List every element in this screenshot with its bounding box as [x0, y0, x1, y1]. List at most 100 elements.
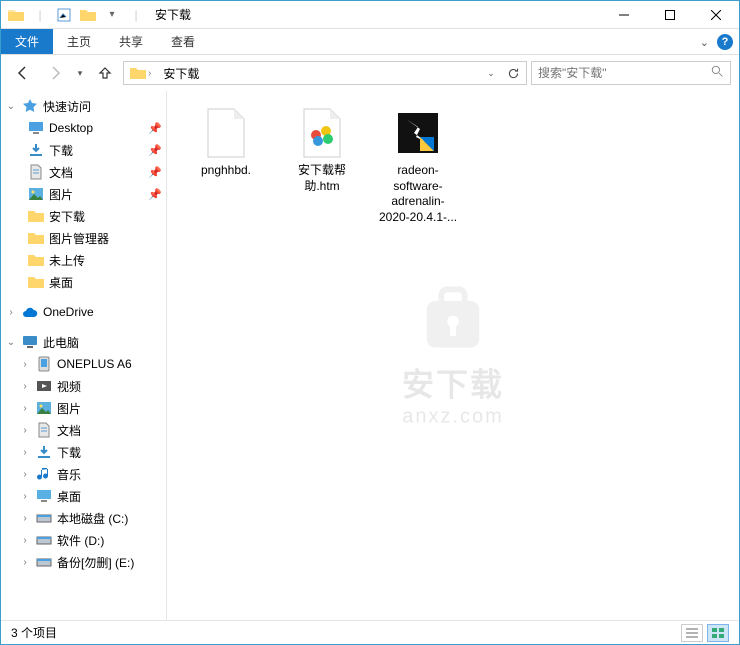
nav-recent-dropdown[interactable]: ▾: [73, 59, 87, 87]
search-icon[interactable]: [711, 65, 724, 81]
file-icon: [394, 105, 442, 161]
chevron-right-icon[interactable]: ›: [19, 359, 31, 370]
file-icon: [298, 105, 346, 161]
music-icon: [35, 465, 53, 483]
sidebar-quick-item[interactable]: 安下载: [1, 205, 166, 227]
nav-forward-button[interactable]: [41, 59, 69, 87]
ribbon-share-tab[interactable]: 共享: [105, 29, 157, 54]
refresh-button[interactable]: [502, 62, 524, 84]
sidebar-quick-item[interactable]: 图片管理器: [1, 227, 166, 249]
phone-icon: [35, 355, 53, 373]
view-details-button[interactable]: [681, 624, 703, 642]
qat-separator-2: |: [125, 4, 147, 26]
chevron-right-icon[interactable]: ›: [5, 307, 17, 318]
window-title: 安下载: [147, 6, 601, 23]
sidebar-quick-item[interactable]: Desktop📌: [1, 117, 166, 139]
address-bar[interactable]: › 安下载 ⌄: [123, 61, 527, 85]
ribbon-view-tab[interactable]: 查看: [157, 29, 209, 54]
file-item[interactable]: radeon-software-adrenalin-2020-20.4.1-..…: [373, 101, 463, 229]
folder-icon: [5, 4, 27, 26]
chevron-right-icon[interactable]: ›: [19, 469, 31, 480]
downloads-icon: [35, 443, 53, 461]
qat-properties[interactable]: [53, 4, 75, 26]
search-box[interactable]: [531, 61, 731, 85]
view-icons-button[interactable]: [707, 624, 729, 642]
chevron-down-icon[interactable]: ⌄: [5, 101, 17, 112]
drive-icon: [35, 553, 53, 571]
nav-up-button[interactable]: [91, 59, 119, 87]
drive-icon: [35, 531, 53, 549]
sidebar-onedrive[interactable]: › OneDrive: [1, 301, 166, 323]
folder-icon: [27, 273, 45, 291]
desktop-lib-icon: [35, 487, 53, 505]
pin-icon: 📌: [148, 166, 162, 179]
file-name: radeon-software-adrenalin-2020-20.4.1-..…: [377, 163, 459, 225]
nav-back-button[interactable]: [9, 59, 37, 87]
pictures-icon: [35, 399, 53, 417]
pictures-icon: [27, 185, 45, 203]
sidebar-pc-item[interactable]: ›文档: [1, 419, 166, 441]
maximize-button[interactable]: [647, 1, 693, 29]
address-root[interactable]: ›: [126, 62, 155, 84]
file-icon: [202, 105, 250, 161]
qat-customize[interactable]: ▾: [101, 4, 123, 26]
navigation-pane[interactable]: ⌄ 快速访问 Desktop📌下载📌文档📌图片📌安下载图片管理器未上传桌面 › …: [1, 91, 167, 620]
pc-icon: [21, 333, 39, 351]
sidebar-quick-item[interactable]: 桌面: [1, 271, 166, 293]
sidebar-pc-item[interactable]: ›桌面: [1, 485, 166, 507]
chevron-right-icon[interactable]: ›: [19, 557, 31, 568]
sidebar-quick-item[interactable]: 文档📌: [1, 161, 166, 183]
sidebar-pc-item[interactable]: ›本地磁盘 (C:): [1, 507, 166, 529]
sidebar-this-pc[interactable]: ⌄ 此电脑: [1, 331, 166, 353]
videos-icon: [35, 377, 53, 395]
downloads-icon: [27, 141, 45, 159]
sidebar-quick-item[interactable]: 未上传: [1, 249, 166, 271]
desktop-icon: [27, 119, 45, 137]
folder-icon: [27, 251, 45, 269]
status-item-count: 3 个项目: [11, 624, 57, 641]
minimize-button[interactable]: [601, 1, 647, 29]
chevron-right-icon[interactable]: ›: [19, 535, 31, 546]
sidebar-pc-item[interactable]: ›音乐: [1, 463, 166, 485]
pin-icon: 📌: [148, 188, 162, 201]
sidebar-pc-item[interactable]: ›视频: [1, 375, 166, 397]
folder-icon: [27, 207, 45, 225]
close-button[interactable]: [693, 1, 739, 29]
sidebar-pc-item[interactable]: ›ONEPLUS A6: [1, 353, 166, 375]
chevron-down-icon[interactable]: ⌄: [5, 337, 17, 348]
help-icon[interactable]: ?: [717, 34, 733, 50]
chevron-right-icon[interactable]: ›: [19, 403, 31, 414]
documents-icon: [27, 163, 45, 181]
watermark: 安下载 anxz.com: [402, 283, 504, 428]
file-item[interactable]: pnghhbd.: [181, 101, 271, 229]
qat-new-folder[interactable]: [77, 4, 99, 26]
sidebar-quick-item[interactable]: 图片📌: [1, 183, 166, 205]
address-dropdown-button[interactable]: ⌄: [480, 62, 502, 84]
qat-separator: |: [29, 4, 51, 26]
sidebar-pc-item[interactable]: ›备份[勿删] (E:): [1, 551, 166, 573]
sidebar-pc-item[interactable]: ›软件 (D:): [1, 529, 166, 551]
chevron-right-icon[interactable]: ›: [19, 425, 31, 436]
star-icon: [21, 97, 39, 115]
chevron-right-icon[interactable]: ›: [19, 381, 31, 392]
ribbon-file-tab[interactable]: 文件: [1, 29, 53, 54]
search-input[interactable]: [538, 66, 705, 80]
folder-icon: [27, 229, 45, 247]
chevron-right-icon: ›: [148, 68, 151, 79]
chevron-right-icon[interactable]: ›: [19, 447, 31, 458]
pin-icon: 📌: [148, 144, 162, 157]
address-crumb-0[interactable]: 安下载: [159, 62, 203, 84]
sidebar-quick-item[interactable]: 下载📌: [1, 139, 166, 161]
sidebar-quick-access[interactable]: ⌄ 快速访问: [1, 95, 166, 117]
file-list-area[interactable]: 安下载 anxz.com pnghhbd. 安下载帮助.htmradeon-sof…: [167, 91, 739, 620]
chevron-right-icon[interactable]: ›: [19, 491, 31, 502]
sidebar-pc-item[interactable]: ›图片: [1, 397, 166, 419]
ribbon-expand-icon[interactable]: ⌄: [700, 36, 709, 49]
pin-icon: 📌: [148, 122, 162, 135]
ribbon-home-tab[interactable]: 主页: [53, 29, 105, 54]
file-name: pnghhbd.: [201, 163, 251, 179]
file-item[interactable]: 安下载帮助.htm: [277, 101, 367, 229]
drive-icon: [35, 509, 53, 527]
chevron-right-icon[interactable]: ›: [19, 513, 31, 524]
sidebar-pc-item[interactable]: ›下载: [1, 441, 166, 463]
